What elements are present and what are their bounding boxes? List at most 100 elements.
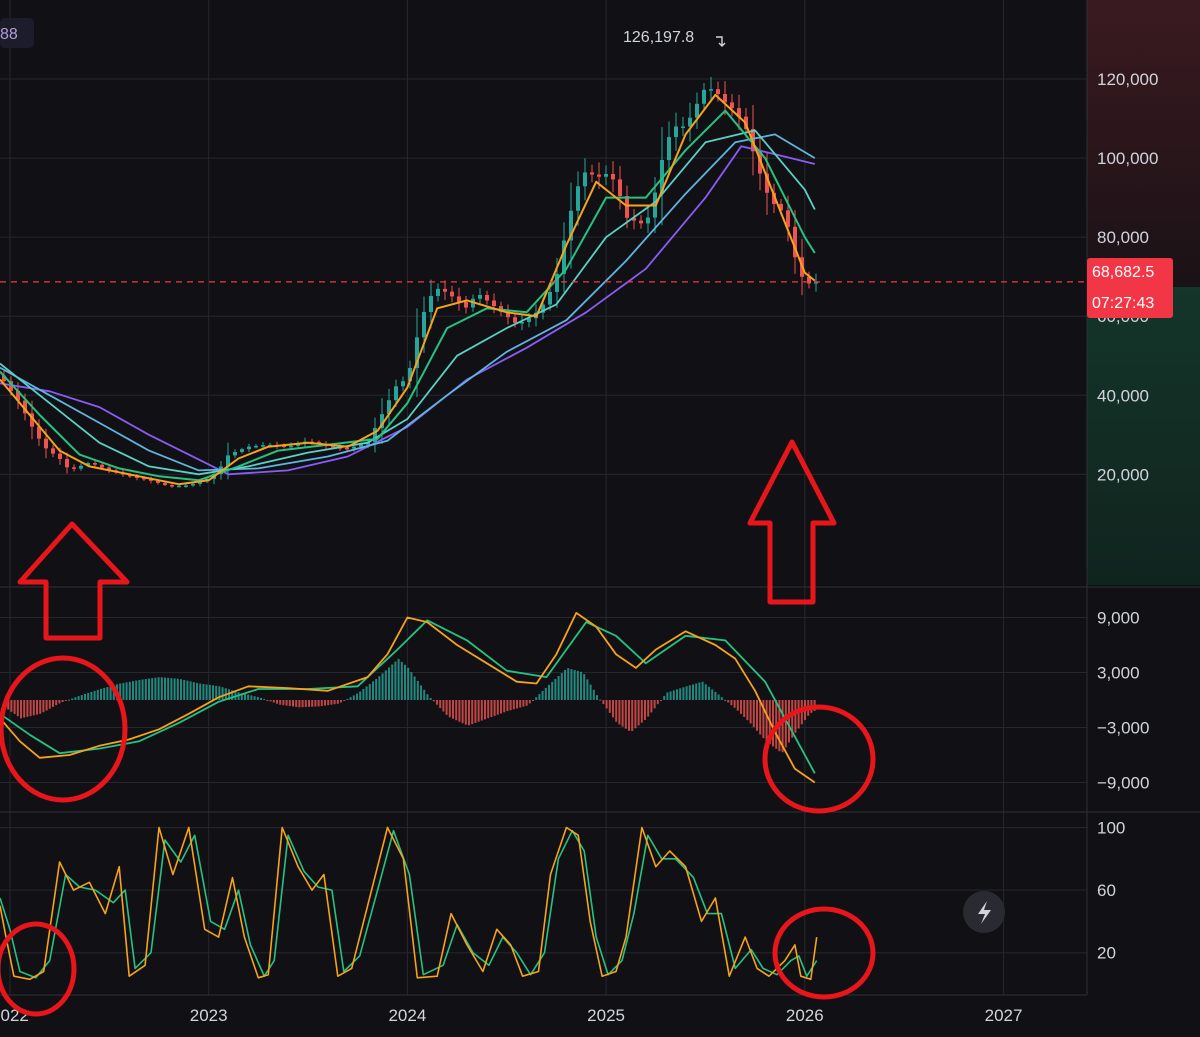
macd-histogram-bar <box>407 667 410 700</box>
candle-body <box>184 485 188 488</box>
macd-histogram-bar <box>695 683 698 700</box>
macd-histogram-bar <box>685 686 688 700</box>
macd-histogram-bar <box>493 700 496 716</box>
macd-histogram-bar <box>548 684 550 700</box>
macd-histogram-bar <box>176 678 179 700</box>
macd-histogram-bar <box>68 699 70 701</box>
candle-body <box>100 464 104 468</box>
macd-histogram-bar <box>612 700 614 718</box>
macd-histogram-bar <box>52 700 54 707</box>
macd-histogram-bar <box>144 679 147 700</box>
candle-body <box>191 483 195 486</box>
macd-histogram-bar <box>378 676 381 700</box>
macd-histogram-bar <box>615 700 618 722</box>
macd-histogram-bar <box>576 670 579 700</box>
time-tick-label: 2024 <box>388 1006 426 1025</box>
macd-histogram-bar <box>650 700 653 713</box>
macd-histogram-bar <box>752 700 755 728</box>
macd-histogram-bar <box>244 693 246 700</box>
macd-histogram-bar <box>263 699 266 701</box>
macd-histogram-bar <box>160 677 163 700</box>
macd-histogram-bar <box>788 700 790 743</box>
macd-histogram-bar <box>628 700 630 731</box>
macd-histogram-bar <box>480 700 483 721</box>
macd-histogram-bar <box>356 693 358 700</box>
macd-histogram-bar <box>384 670 387 700</box>
macd-histogram-bar <box>365 686 368 700</box>
macd-histogram-bar <box>279 700 282 705</box>
candle-body <box>583 172 587 187</box>
candle-body <box>716 89 720 95</box>
macd-histogram-bar <box>132 681 134 700</box>
macd-histogram-bar <box>471 700 474 725</box>
macd-histogram-bar <box>660 700 662 701</box>
macd-histogram-bar <box>170 678 173 700</box>
macd-histogram-bar <box>202 684 205 700</box>
macd-histogram-bar <box>516 700 518 709</box>
macd-histogram-bar <box>749 700 752 724</box>
legend-fragment: 88 <box>0 26 18 43</box>
macd-histogram-bar <box>631 700 634 731</box>
macd-histogram-bar <box>420 685 422 700</box>
candle-body <box>163 482 167 486</box>
macd-histogram-bar <box>301 700 304 708</box>
macd-histogram-bar <box>640 700 643 723</box>
price-tick-label: 100,000 <box>1097 149 1158 168</box>
macd-histogram-bar <box>157 677 160 700</box>
candle-body <box>51 448 55 454</box>
macd-histogram-bar <box>733 700 736 708</box>
macd-histogram-bar <box>327 700 330 706</box>
macd-histogram-bar <box>416 680 419 700</box>
macd-histogram-bar <box>535 697 538 700</box>
macd-histogram-bar <box>500 700 502 714</box>
macd-histogram-bar <box>164 677 166 700</box>
macd-histogram-bar <box>400 661 403 700</box>
macd-histogram-bar <box>522 700 525 707</box>
bitcoin-price-chart[interactable]: 20,00040,00060,00080,000100,000120,0009,… <box>0 0 1200 1037</box>
macd-histogram-bar <box>36 700 38 715</box>
macd-histogram-bar <box>333 700 336 705</box>
time-tick-label: 2026 <box>786 1006 824 1025</box>
macd-histogram-bar <box>320 700 323 707</box>
macd-histogram-bar <box>362 688 365 700</box>
macd-histogram-bar <box>260 697 262 700</box>
candle-body <box>254 445 258 448</box>
macd-histogram-bar <box>743 700 746 718</box>
macd-histogram-bar <box>381 673 384 700</box>
macd-histogram-bar <box>208 684 211 700</box>
macd-histogram-bar <box>141 679 144 700</box>
candle-body <box>44 438 48 449</box>
macd-histogram-bar <box>551 681 554 700</box>
macd-histogram-bar <box>679 688 682 700</box>
macd-histogram-bar <box>727 700 730 703</box>
candle-body <box>93 463 97 465</box>
candle-body <box>79 465 83 469</box>
macd-histogram-bar <box>317 700 320 707</box>
macd-histogram-bar <box>295 700 298 707</box>
macd-histogram-bar <box>13 700 16 714</box>
macd-histogram-bar <box>560 673 563 700</box>
macd-histogram-bar <box>567 668 570 700</box>
macd-histogram-bar <box>442 700 445 712</box>
macd-histogram-bar <box>583 674 586 700</box>
macd-histogram-bar <box>74 697 77 700</box>
macd-histogram-bar <box>304 700 307 708</box>
stoch-tick-label: 20 <box>1097 944 1116 963</box>
macd-histogram-bar <box>487 700 490 719</box>
macd-histogram-bar <box>784 700 787 748</box>
candle-body <box>72 467 76 469</box>
macd-histogram-bar <box>503 700 506 713</box>
macd-histogram-bar <box>618 700 621 725</box>
macd-histogram-bar <box>688 685 691 700</box>
price-tick-label: 40,000 <box>1097 386 1149 405</box>
macd-histogram-bar <box>592 689 595 700</box>
candle-body <box>667 137 671 161</box>
macd-histogram-bar <box>10 700 13 712</box>
macd-tick-label: −9,000 <box>1097 774 1149 793</box>
macd-histogram-bar <box>298 700 301 708</box>
macd-histogram-bar <box>250 695 253 700</box>
candle-body <box>177 485 181 488</box>
macd-histogram-bar <box>455 700 458 721</box>
macd-histogram-bar <box>730 700 733 706</box>
macd-histogram-bar <box>656 700 659 705</box>
